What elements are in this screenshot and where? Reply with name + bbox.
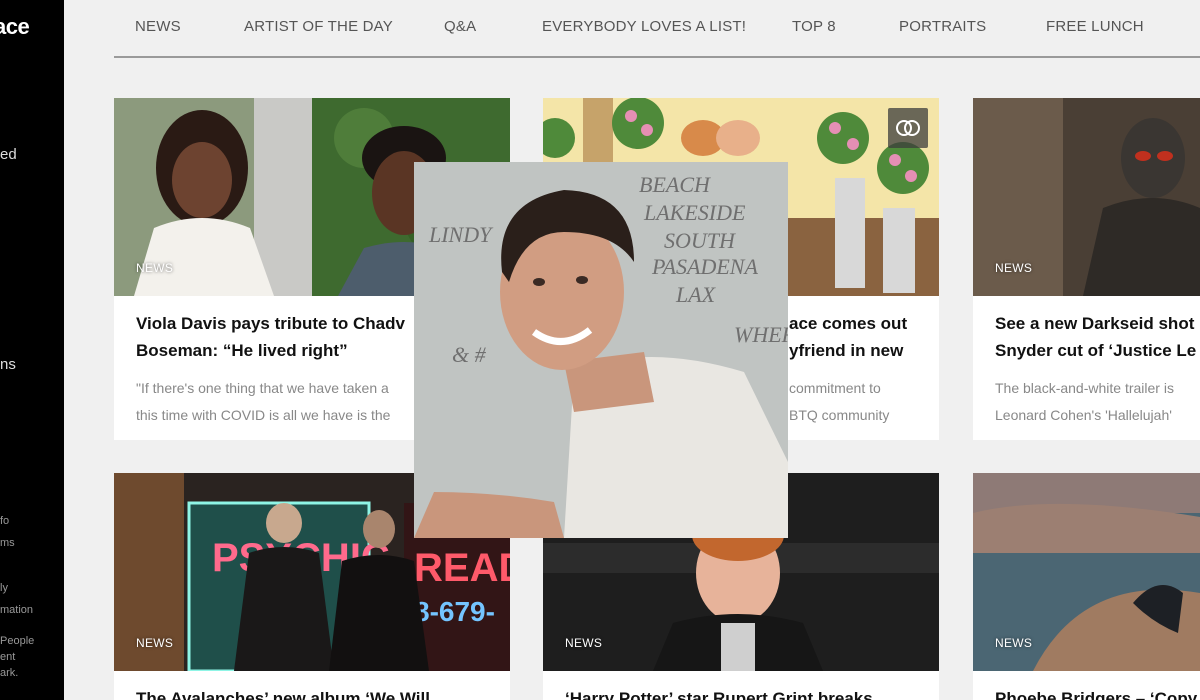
category-badge[interactable]: NEWS [995, 636, 1032, 650]
neon-sign-right: READ [414, 546, 510, 590]
sidebar-item[interactable]: ns [0, 356, 16, 373]
nav-qa[interactable]: Q&A [444, 18, 476, 35]
article-excerpt-line: commitment to [789, 380, 881, 396]
top-navigation: NEWS ARTIST OF THE DAY Q&A EVERYBODY LOV… [114, 0, 1200, 58]
category-badge[interactable]: NEWS [565, 636, 602, 650]
article-title-line: Snyder cut of ‘Justice Le [995, 341, 1197, 360]
neon-phone: 8-679- [414, 596, 495, 627]
article-title[interactable]: ‘Harry Potter’ star Rupert Grint breaks [565, 685, 939, 700]
whiteboard-text: & # [452, 342, 487, 367]
article-title[interactable]: See a new Darkseid shot Snyder cut of ‘J… [995, 310, 1200, 364]
article-title-line: Phoebe Bridgers – ‘Copy [995, 689, 1198, 700]
article-title-line: ‘Harry Potter’ star Rupert Grint breaks [565, 689, 873, 700]
whiteboard-text: LINDY [428, 222, 494, 247]
sidebar-footer-link[interactable]: ly [0, 582, 8, 594]
nav-top-8[interactable]: TOP 8 [792, 18, 836, 35]
site-logo[interactable]: ace [0, 14, 30, 40]
article-title[interactable]: ace comes out yfriend in new [789, 310, 939, 364]
article-title-line: The Avalanches’ new album ‘We Will [136, 689, 430, 700]
article-excerpt-line: BTQ community [789, 407, 890, 423]
article-title-line: ace comes out [789, 314, 908, 333]
whiteboard-text: PASADENA [651, 254, 758, 279]
article-title-line: See a new Darkseid shot [995, 314, 1195, 333]
sidebar-footer-link[interactable]: ent [0, 651, 15, 663]
nav-artist-of-the-day[interactable]: ARTIST OF THE DAY [244, 18, 393, 35]
article-card[interactable]: NEWS See a new Darkseid shot Snyder cut … [973, 98, 1200, 440]
article-title-line: yfriend in new [789, 341, 904, 360]
nav-portraits[interactable]: PORTRAITS [899, 18, 986, 35]
article-title[interactable]: Phoebe Bridgers – ‘Copy [995, 685, 1200, 700]
article-excerpt-line: The black-and-white trailer is [995, 380, 1174, 396]
left-sidebar: ace ed ns fo ms ly mation People ent ark… [0, 0, 64, 700]
sidebar-footer-link[interactable]: ark. [0, 667, 18, 679]
nav-free-lunch[interactable]: FREE LUNCH [1046, 18, 1144, 35]
sidebar-item[interactable]: ed [0, 146, 17, 163]
whiteboard-portrait-image: BEACH LAKESIDE SOUTH PASADENA LAX LINDY … [414, 162, 788, 538]
article-excerpt: The black-and-white trailer is Leonard C… [995, 375, 1200, 429]
whiteboard-text: BEACH [639, 172, 711, 197]
category-badge[interactable]: NEWS [136, 261, 173, 275]
article-excerpt: commitment to BTQ community [789, 375, 939, 429]
gallery-icon[interactable] [888, 108, 928, 148]
whiteboard-text: LAX [675, 282, 717, 307]
article-excerpt-line: Leonard Cohen's 'Hallelujah' [995, 407, 1172, 423]
nav-news[interactable]: NEWS [135, 18, 181, 35]
sidebar-footer-link[interactable]: People [0, 635, 34, 647]
nav-everybody-loves-a-list[interactable]: EVERYBODY LOVES A LIST! [542, 18, 746, 35]
sidebar-footer-link[interactable]: ms [0, 537, 15, 549]
overlay-profile-photo: BEACH LAKESIDE SOUTH PASADENA LAX LINDY … [414, 162, 788, 538]
whiteboard-text: LAKESIDE [643, 200, 746, 225]
category-badge[interactable]: NEWS [995, 261, 1032, 275]
whiteboard-text: SOUTH [664, 228, 736, 253]
sidebar-footer-link[interactable]: mation [0, 604, 33, 616]
whiteboard-text: WHERE [734, 322, 788, 347]
sidebar-footer-link[interactable]: fo [0, 515, 9, 527]
category-badge[interactable]: NEWS [136, 636, 173, 650]
article-title[interactable]: The Avalanches’ new album ‘We Will [136, 685, 510, 700]
article-card[interactable]: NEWS Phoebe Bridgers – ‘Copy [973, 473, 1200, 700]
